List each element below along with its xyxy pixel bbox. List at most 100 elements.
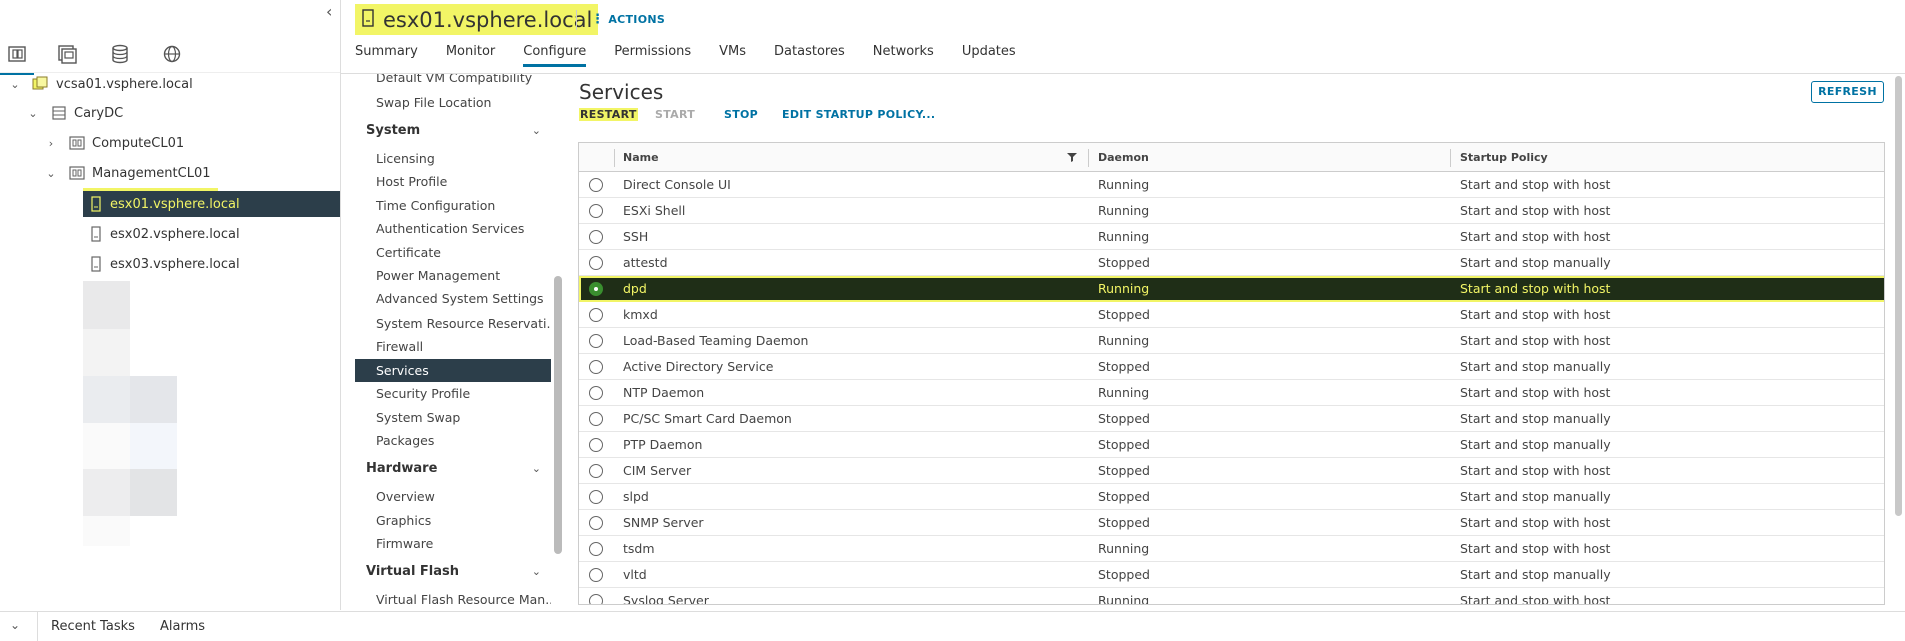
row-radio[interactable] xyxy=(589,568,603,582)
tab-updates[interactable]: Updates xyxy=(962,40,1016,67)
tab-alarms[interactable]: Alarms xyxy=(160,619,205,634)
restart-button[interactable]: RESTART xyxy=(579,108,638,121)
tab-permissions[interactable]: Permissions xyxy=(614,40,691,67)
chevron-down-icon[interactable]: ⌄ xyxy=(45,167,57,180)
tree-item-host-esx03[interactable]: esx03.vsphere.local xyxy=(0,251,340,277)
row-radio[interactable] xyxy=(589,334,603,348)
row-radio[interactable] xyxy=(589,464,603,478)
tree-item-host-esx01[interactable]: esx01.vsphere.local xyxy=(83,188,340,217)
menu-item-virtual-flash-resource[interactable]: Virtual Flash Resource Man... xyxy=(355,588,551,605)
row-radio[interactable] xyxy=(589,308,603,322)
table-row[interactable]: ESXi Shell Running Start and stop with hos… xyxy=(579,198,1884,224)
menu-item-security-profile[interactable]: Security Profile xyxy=(355,382,551,404)
menu-item-host-profile[interactable]: Host Profile xyxy=(355,170,551,192)
table-row[interactable]: SSH Running Start and stop with host xyxy=(579,224,1884,250)
host-icon xyxy=(361,8,375,31)
storage-icon[interactable] xyxy=(109,43,131,65)
service-daemon: Stopped xyxy=(1098,489,1150,504)
table-row[interactable]: attestd Stopped Start and stop manually xyxy=(579,250,1884,276)
stop-button[interactable]: STOP xyxy=(724,108,758,121)
table-row[interactable]: Load-Based Teaming Daemon Running Start an… xyxy=(579,328,1884,354)
row-radio[interactable] xyxy=(589,542,603,556)
column-header-startup-policy[interactable]: Startup Policy xyxy=(1460,143,1548,172)
menu-item-certificate[interactable]: Certificate xyxy=(355,241,551,263)
menu-item-system-swap[interactable]: System Swap xyxy=(355,406,551,428)
tree-item-datacenter[interactable]: ⌄ CaryDC xyxy=(0,100,340,126)
row-radio[interactable] xyxy=(589,282,603,296)
menu-item-overview[interactable]: Overview xyxy=(355,485,551,507)
row-radio[interactable] xyxy=(589,516,603,530)
menu-section-hardware[interactable]: Hardware ⌄ xyxy=(355,455,551,481)
scrollbar-thumb[interactable] xyxy=(554,276,562,554)
menu-item-time-configuration[interactable]: Time Configuration xyxy=(355,194,551,216)
vms-templates-icon[interactable] xyxy=(56,43,78,65)
tab-datastores[interactable]: Datastores xyxy=(774,40,845,67)
row-radio[interactable] xyxy=(589,256,603,270)
table-row[interactable]: Syslog Server Running Start and stop with … xyxy=(579,588,1884,604)
row-radio[interactable] xyxy=(589,438,603,452)
column-header-daemon[interactable]: Daemon xyxy=(1098,143,1149,172)
column-header-name[interactable]: Name xyxy=(623,143,659,172)
menu-item-firewall[interactable]: Firewall xyxy=(355,335,551,357)
menu-item-licensing[interactable]: Licensing xyxy=(355,147,551,169)
table-row[interactable]: PC/SC Smart Card Daemon Stopped Start and … xyxy=(579,406,1884,432)
scrollbar-thumb[interactable] xyxy=(1895,76,1902,516)
chevron-down-icon[interactable]: ⌄ xyxy=(9,78,21,91)
chevron-down-icon[interactable]: ⌄ xyxy=(27,107,39,120)
table-row[interactable]: CIM Server Stopped Start and stop with hos… xyxy=(579,458,1884,484)
menu-item-packages[interactable]: Packages xyxy=(355,429,551,451)
filter-icon[interactable] xyxy=(1067,152,1077,162)
menu-item-advanced-system-settings[interactable]: Advanced System Settings xyxy=(355,287,551,309)
networking-icon[interactable] xyxy=(161,43,183,65)
tab-monitor[interactable]: Monitor xyxy=(446,40,495,67)
menu-item-services[interactable]: Services xyxy=(355,359,551,382)
main-scrollbar[interactable] xyxy=(1891,74,1905,604)
table-row-selected[interactable]: dpd Running Start and stop with host xyxy=(579,276,1884,302)
chevron-down-icon[interactable]: ⌄ xyxy=(10,618,20,632)
tab-configure[interactable]: Configure xyxy=(523,40,587,67)
tab-networks[interactable]: Networks xyxy=(873,40,934,67)
tree-item-cluster-compute[interactable]: › ComputeCL01 xyxy=(0,130,340,156)
menu-item-graphics[interactable]: Graphics xyxy=(355,509,551,531)
tab-summary[interactable]: Summary xyxy=(355,40,418,67)
row-radio[interactable] xyxy=(589,230,603,244)
table-row[interactable]: Active Directory Service Stopped Start and… xyxy=(579,354,1884,380)
table-row[interactable]: SNMP Server Stopped Start and stop with ho… xyxy=(579,510,1884,536)
table-row[interactable]: vltd Stopped Start and stop manually xyxy=(579,562,1884,588)
tab-vms[interactable]: VMs xyxy=(719,40,746,67)
service-policy: Start and stop with host xyxy=(1460,281,1611,296)
start-button[interactable]: START xyxy=(655,108,695,121)
menu-section-system[interactable]: System ⌄ xyxy=(355,117,551,143)
menu-item-firmware[interactable]: Firmware xyxy=(355,532,551,554)
tree-item-cluster-management[interactable]: ⌄ ManagementCL01 xyxy=(0,160,340,186)
row-radio[interactable] xyxy=(589,412,603,426)
table-row[interactable]: slpd Stopped Start and stop manually xyxy=(579,484,1884,510)
row-radio[interactable] xyxy=(589,360,603,374)
row-radio[interactable] xyxy=(589,204,603,218)
chevron-right-icon[interactable]: › xyxy=(45,137,57,150)
actions-menu-button[interactable]: ⋮ ACTIONS xyxy=(591,12,665,27)
table-row[interactable]: kmxd Stopped Start and stop with host xyxy=(579,302,1884,328)
tab-recent-tasks[interactable]: Recent Tasks xyxy=(51,619,135,634)
edit-startup-policy-button[interactable]: EDIT STARTUP POLICY... xyxy=(782,108,935,121)
chevron-left-icon[interactable]: ‹ xyxy=(326,4,340,20)
menu-item-swap-file-location[interactable]: Swap File Location xyxy=(355,91,551,113)
menu-item-power-management[interactable]: Power Management xyxy=(355,264,551,286)
menu-item-authentication-services[interactable]: Authentication Services xyxy=(355,217,551,239)
tree-item-vcenter[interactable]: ⌄ vcsa01.vsphere.local xyxy=(0,71,340,97)
side-menu-scrollbar[interactable] xyxy=(551,74,565,604)
row-radio[interactable] xyxy=(589,178,603,192)
refresh-button[interactable]: REFRESH xyxy=(1811,81,1884,103)
table-row[interactable]: tsdm Running Start and stop with host xyxy=(579,536,1884,562)
hosts-clusters-icon[interactable] xyxy=(0,43,34,75)
row-radio[interactable] xyxy=(589,594,603,604)
table-row[interactable]: NTP Daemon Running Start and stop with hos… xyxy=(579,380,1884,406)
row-radio[interactable] xyxy=(589,386,603,400)
tree-item-host-esx02[interactable]: esx02.vsphere.local xyxy=(0,221,340,247)
menu-section-virtual-flash[interactable]: Virtual Flash ⌄ xyxy=(355,558,551,584)
menu-item-default-vm-compat[interactable]: Default VM Compatibility xyxy=(355,74,551,88)
table-row[interactable]: Direct Console UI Running Start and stop w… xyxy=(579,172,1884,198)
row-radio[interactable] xyxy=(589,490,603,504)
table-row[interactable]: PTP Daemon Stopped Start and stop manually xyxy=(579,432,1884,458)
menu-item-system-resource-reservation[interactable]: System Resource Reservati... xyxy=(355,312,551,334)
